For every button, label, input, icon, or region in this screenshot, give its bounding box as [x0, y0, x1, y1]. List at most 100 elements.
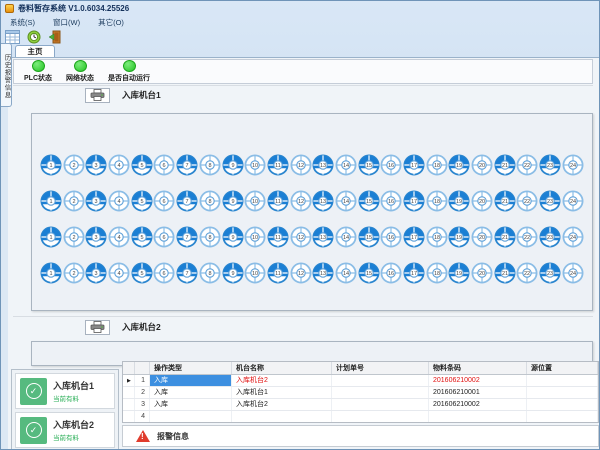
table-cell[interactable] — [332, 411, 429, 422]
svg-text:12: 12 — [298, 199, 304, 205]
svg-text:7: 7 — [186, 163, 189, 169]
table-cell[interactable]: 入库 — [150, 387, 232, 398]
menu-system[interactable]: 系统(S) — [1, 16, 44, 29]
reel-slot-icon: 19 — [448, 190, 470, 212]
table-cell[interactable] — [332, 399, 429, 410]
reel-slot-icon: 15 — [358, 190, 380, 212]
table-cell[interactable] — [527, 375, 598, 386]
svg-text:16: 16 — [388, 199, 394, 205]
svg-text:18: 18 — [434, 235, 440, 241]
svg-text:22: 22 — [524, 163, 530, 169]
svg-text:19: 19 — [456, 235, 462, 241]
reel-row: 1 2 3 4 5 6 7 — [40, 154, 584, 190]
svg-text:6: 6 — [163, 199, 166, 205]
table-header-cell[interactable]: 源位置 — [527, 362, 598, 374]
reel-slot-icon: 24 — [562, 154, 584, 176]
table-row[interactable]: ▶1入库入库机台2201606210002 — [123, 375, 598, 387]
network-status-light — [74, 60, 87, 72]
table-row[interactable]: 3入库入库机台2201606210002 — [123, 399, 598, 411]
menu-other[interactable]: 其它(O) — [89, 16, 133, 29]
reel-slot-icon: 16 — [380, 226, 402, 248]
reel-slot-icon: 8 — [199, 226, 221, 248]
machine1-status-card[interactable]: ✓ 入库机台1 当前有料 — [15, 373, 115, 409]
svg-text:9: 9 — [231, 271, 234, 277]
table-cell[interactable]: 入库机台1 — [232, 387, 332, 398]
menu-window[interactable]: 窗口(W) — [44, 16, 89, 29]
reel-slot-icon: 24 — [562, 190, 584, 212]
table-row[interactable]: 4 — [123, 411, 598, 423]
table-cell[interactable]: 入库 — [150, 399, 232, 410]
table-header-cell[interactable]: 操作类型 — [150, 362, 232, 374]
tab-home[interactable]: 主页 — [15, 45, 55, 57]
title-bar[interactable]: 卷料暂存系统 V1.0.6034.25526 — [1, 1, 600, 16]
indicator-network: 网络状态 — [66, 60, 94, 83]
reel-slot-icon: 12 — [290, 154, 312, 176]
table-cell[interactable] — [150, 411, 232, 422]
svg-text:21: 21 — [502, 271, 508, 277]
reel-slot-icon: 13 — [312, 154, 334, 176]
reel-slot-icon: 8 — [199, 190, 221, 212]
table-cell[interactable] — [332, 387, 429, 398]
reel-slot-icon: 13 — [312, 226, 334, 248]
reel-slot-icon: 1 — [40, 226, 62, 248]
schedule-icon[interactable] — [4, 29, 21, 44]
reel-slot-icon: 12 — [290, 262, 312, 284]
svg-text:14: 14 — [343, 199, 349, 205]
svg-text:18: 18 — [434, 271, 440, 277]
table-row[interactable]: 2入库入库机台1 201606210001 — [123, 387, 598, 399]
table-header-cell[interactable]: 计划单号 — [332, 362, 429, 374]
table-cell[interactable] — [527, 399, 598, 410]
table-cell[interactable] — [332, 375, 429, 386]
machine2-status-card[interactable]: ✓ 入库机台2 当前有料 — [15, 412, 115, 448]
alarm-panel: 报警信息 — [122, 425, 599, 447]
table-header-cell[interactable]: 物料条码 — [429, 362, 527, 374]
svg-text:21: 21 — [502, 199, 508, 205]
exit-icon[interactable] — [46, 29, 63, 44]
svg-text:18: 18 — [434, 163, 440, 169]
svg-text:16: 16 — [388, 271, 394, 277]
table-cell[interactable]: 入库机台2 — [232, 399, 332, 410]
svg-text:7: 7 — [186, 271, 189, 277]
svg-text:16: 16 — [388, 163, 394, 169]
table-cell[interactable] — [429, 411, 527, 422]
reel-slot-icon: 14 — [335, 154, 357, 176]
reel-slot-icon: 20 — [471, 154, 493, 176]
dock-strip — [1, 57, 8, 450]
table-cell[interactable]: 201606210001 — [429, 387, 527, 398]
table-cell[interactable]: 201606210002 — [429, 375, 527, 386]
reel-slot-icon: 17 — [403, 226, 425, 248]
svg-text:4: 4 — [118, 199, 121, 205]
reel-slot-icon: 17 — [403, 262, 425, 284]
table-body: ▶1入库入库机台22016062100022入库入库机台120160621000… — [123, 375, 598, 423]
table-header-row: 操作类型机台名称计划单号物料条码源位置 — [123, 362, 598, 375]
table-header-cell[interactable]: 机台名称 — [232, 362, 332, 374]
row-marker: ▶ — [123, 375, 135, 386]
window-title: 卷料暂存系统 V1.0.6034.25526 — [18, 3, 129, 14]
print-button-machine2[interactable] — [85, 320, 110, 335]
side-tab-alarm-history[interactable]: 历史报警信息 — [1, 43, 12, 107]
svg-text:8: 8 — [208, 163, 211, 169]
svg-text:5: 5 — [140, 271, 143, 277]
reel-slot-icon: 18 — [426, 226, 448, 248]
svg-text:16: 16 — [388, 235, 394, 241]
reel-slot-icon: 3 — [85, 154, 107, 176]
svg-text:14: 14 — [343, 235, 349, 241]
clock-icon[interactable] — [25, 29, 42, 44]
svg-text:5: 5 — [140, 235, 143, 241]
svg-text:13: 13 — [320, 271, 326, 277]
table-cell[interactable] — [527, 411, 598, 422]
svg-text:21: 21 — [502, 163, 508, 169]
reel-slot-icon: 5 — [131, 154, 153, 176]
table-cell[interactable]: 201606210002 — [429, 399, 527, 410]
table-cell[interactable] — [527, 387, 598, 398]
svg-text:19: 19 — [456, 199, 462, 205]
svg-text:4: 4 — [118, 271, 121, 277]
print-button-machine1[interactable] — [85, 88, 110, 103]
table-cell[interactable] — [232, 411, 332, 422]
table-cell[interactable]: 入库机台2 — [232, 375, 332, 386]
table-cell[interactable]: 入库 — [150, 375, 232, 386]
svg-text:10: 10 — [252, 271, 258, 277]
row-number: 2 — [135, 387, 150, 398]
reel-slot-icon: 11 — [267, 262, 289, 284]
check-icon: ✓ — [20, 378, 47, 405]
